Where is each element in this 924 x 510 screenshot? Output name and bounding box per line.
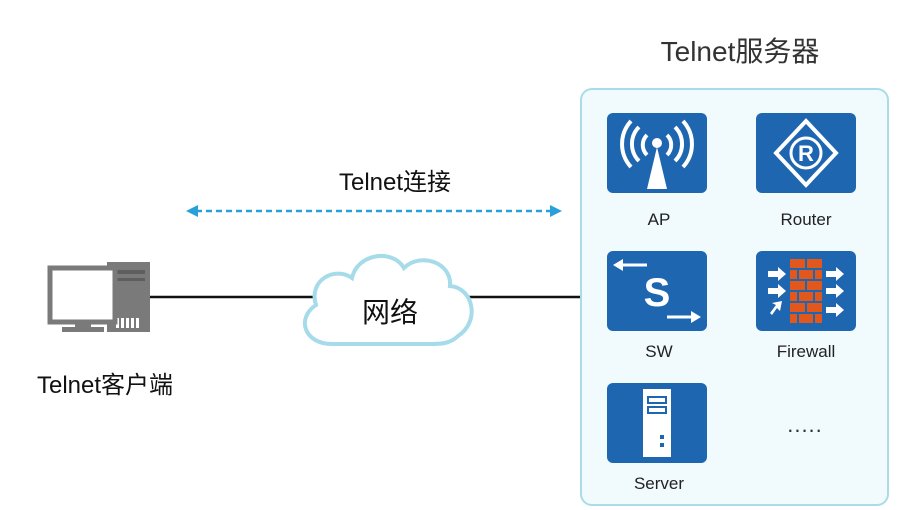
svg-text:R: R: [798, 141, 814, 166]
client-label: Telnet客户端: [36, 372, 174, 399]
device-label-ap: AP: [647, 210, 671, 229]
network-label: 网络: [361, 297, 418, 328]
computer-icon: [47, 262, 150, 332]
device-label-switch: SW: [645, 342, 673, 361]
server-title: Telnet服务器: [660, 36, 820, 67]
switch-icon: S: [607, 251, 707, 331]
device-label-server: Server: [633, 474, 685, 493]
connection-label: Telnet连接: [338, 169, 452, 196]
server-icon: [607, 383, 707, 463]
more-devices-ellipsis: .....: [787, 412, 823, 437]
ap-icon: [607, 113, 707, 193]
firewall-icon: [756, 251, 856, 331]
telnet-connection-arrow: [186, 205, 562, 217]
device-label-firewall: Firewall: [776, 342, 836, 361]
device-label-router: Router: [780, 210, 832, 229]
svg-text:S: S: [644, 271, 671, 315]
router-icon: R: [756, 113, 856, 193]
